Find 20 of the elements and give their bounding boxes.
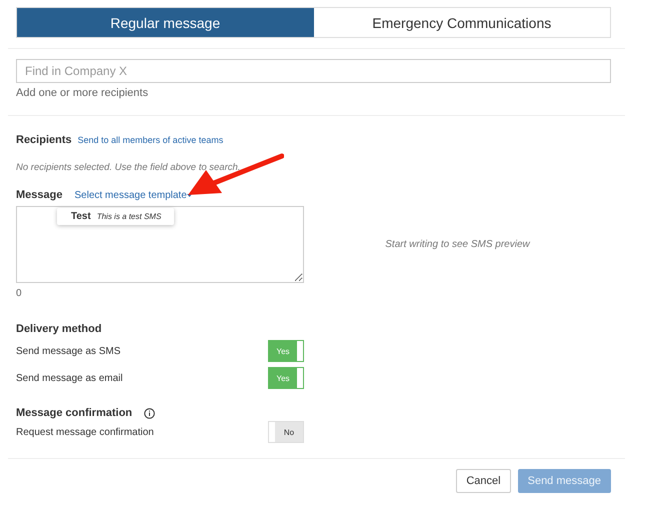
- message-confirmation-title: Message confirmation: [16, 407, 132, 419]
- recipients-label: Recipients: [16, 134, 72, 146]
- character-count: 0: [16, 288, 23, 299]
- template-name: Test: [71, 211, 91, 222]
- template-text: This is a test SMS: [96, 212, 162, 221]
- option-label: Request message confirmation: [16, 426, 154, 438]
- message-label: Message: [16, 189, 62, 201]
- toggle-switch[interactable]: No: [268, 421, 304, 443]
- search-hint: Add one or more recipients: [16, 87, 150, 99]
- sms-preview-text: Start writing to see SMS preview: [385, 239, 530, 250]
- send-to-all-link[interactable]: Send to all members of active teams: [78, 135, 224, 145]
- option-label: Send message as email: [16, 372, 123, 384]
- template-menu-item[interactable]: Test This is a test SMS: [57, 208, 174, 225]
- tab[interactable]: Regular message: [17, 8, 314, 37]
- info-icon[interactable]: [144, 408, 156, 418]
- option-label: Send message as SMS: [16, 346, 120, 356]
- no-recipients-text: No recipients selected. Use the field above to search.: [16, 162, 242, 173]
- cancel-button[interactable]: Cancel: [456, 469, 511, 493]
- search-field[interactable]: Find in Company X: [16, 59, 611, 83]
- delivery-method-title: Delivery method: [16, 323, 102, 335]
